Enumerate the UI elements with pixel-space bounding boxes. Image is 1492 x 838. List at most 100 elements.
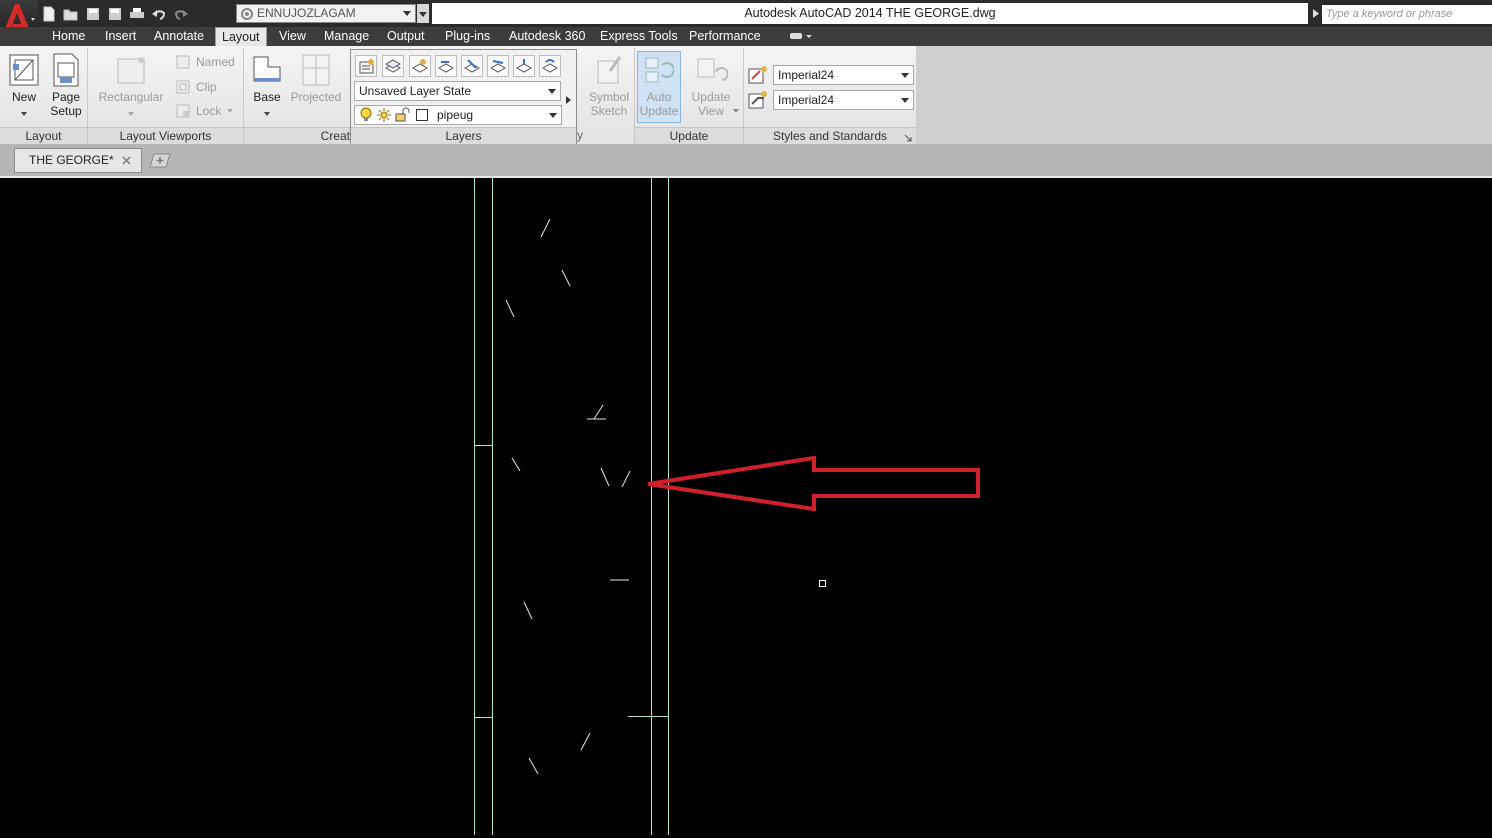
tab-manage[interactable]: Manage — [324, 27, 369, 46]
layer-off-icon[interactable] — [487, 55, 509, 77]
tab-express-tools[interactable]: Express Tools — [600, 27, 678, 46]
layer-walk-icon[interactable] — [513, 55, 535, 77]
tab-home[interactable]: Home — [52, 27, 85, 46]
update-view-icon[interactable] — [696, 56, 729, 89]
save-as-icon[interactable] — [106, 5, 124, 23]
page-setup-icon[interactable] — [51, 53, 81, 90]
auto-update-button[interactable]: Auto Update — [637, 51, 681, 123]
drawing-canvas[interactable] — [0, 178, 1492, 835]
panel-title-fragment: y — [577, 128, 583, 142]
update-view-label-2[interactable]: View — [686, 104, 736, 118]
redo-icon[interactable] — [172, 5, 190, 23]
close-icon[interactable] — [122, 156, 131, 165]
panel-title-layers: Layers — [351, 127, 576, 145]
save-icon[interactable] — [84, 5, 102, 23]
layer-isolate-icon[interactable] — [409, 55, 431, 77]
tab-insert[interactable]: Insert — [105, 27, 136, 46]
undo-icon[interactable] — [150, 5, 168, 23]
document-tab-bar — [0, 144, 1492, 178]
style-dropdown-2[interactable]: Imperial24 — [773, 90, 914, 110]
tab-view[interactable]: View — [279, 27, 306, 46]
layers-panel: Unsaved Layer State pipeug Layers — [350, 49, 577, 145]
clip-viewport-button[interactable]: Clip — [176, 79, 217, 95]
gear-icon — [241, 8, 253, 20]
update-view-label-1[interactable]: Update — [686, 90, 736, 104]
projected-button[interactable]: Projected — [288, 90, 344, 104]
layer-merge-icon[interactable] — [539, 55, 561, 77]
style-dropdown-1[interactable]: Imperial24 — [773, 65, 914, 85]
layer-properties-icon[interactable] — [355, 55, 377, 77]
qat-customize-button[interactable] — [417, 4, 429, 23]
auto-update-icon — [645, 57, 674, 83]
cursor-pickbox — [819, 580, 826, 587]
named-label: Named — [196, 55, 235, 69]
named-viewport-icon — [176, 55, 190, 69]
rectangular-button[interactable]: Rectangular — [96, 90, 166, 104]
chevron-down-icon — [901, 98, 909, 103]
chevron-down-icon — [403, 11, 411, 16]
dialog-launcher-icon[interactable] — [904, 131, 912, 145]
base-view-icon[interactable] — [253, 56, 281, 85]
wall-lines — [474, 178, 669, 835]
sun-icon[interactable] — [377, 108, 391, 122]
lock-label: Lock — [196, 104, 222, 118]
ribbon-toggle-icon[interactable] — [789, 30, 813, 45]
new-tab-button[interactable] — [148, 151, 172, 170]
document-tab-label: THE GEORGE* — [29, 153, 114, 167]
lock-icon — [176, 104, 190, 118]
style-value-1: Imperial24 — [778, 68, 835, 82]
page-setup-label-1[interactable]: Page — [46, 90, 86, 104]
open-file-icon[interactable] — [62, 5, 80, 23]
new-layout-icon[interactable] — [9, 54, 39, 89]
document-tab[interactable]: THE GEORGE* — [14, 148, 142, 173]
unlock-icon[interactable] — [395, 107, 411, 122]
lightbulb-icon[interactable] — [359, 107, 373, 123]
lock-viewport-button[interactable]: Lock — [176, 103, 234, 119]
tab-performance[interactable]: Performance — [689, 27, 761, 46]
chevron-down-icon — [264, 105, 270, 119]
ribbon-empty-area — [916, 46, 1492, 144]
panel-title-update: Update — [635, 127, 743, 145]
symbol-label-1[interactable]: Symbol — [584, 90, 634, 104]
chevron-down-icon — [549, 113, 557, 118]
clip-label: Clip — [196, 80, 217, 94]
new-tab-icon — [149, 153, 171, 168]
multileader-style-icon[interactable] — [748, 90, 768, 110]
panel-expand-icon[interactable] — [566, 93, 572, 107]
layer-color-swatch-icon[interactable] — [416, 109, 428, 121]
rectangular-viewport-icon[interactable] — [116, 55, 146, 88]
new-file-icon[interactable] — [40, 5, 58, 23]
layer-previous-icon[interactable] — [435, 55, 457, 77]
style-value-2: Imperial24 — [778, 93, 835, 107]
page-setup-label-2[interactable]: Setup — [46, 104, 86, 118]
workspace-select[interactable]: ENNUJOZLAGAM — [236, 4, 416, 23]
current-layer-value: pipeug — [437, 108, 474, 122]
base-button[interactable]: Base — [248, 90, 286, 104]
search-input[interactable]: Type a keyword or phrase — [1322, 5, 1492, 24]
auto-update-label-1: Auto — [646, 90, 672, 104]
chevron-down-icon — [227, 109, 234, 113]
layer-freeze-icon[interactable] — [461, 55, 483, 77]
dimension-style-icon[interactable] — [748, 65, 768, 85]
print-icon[interactable] — [128, 5, 146, 23]
tab-annotate[interactable]: Annotate — [154, 27, 204, 46]
chevron-down-icon — [733, 102, 739, 116]
window-title: Autodesk AutoCAD 2014 THE GEORGE.dwg — [432, 3, 1308, 24]
symbol-sketch-icon[interactable] — [594, 55, 624, 88]
search-expand-icon[interactable] — [1310, 3, 1322, 24]
chevron-down-icon — [901, 73, 909, 78]
named-viewport-button[interactable]: Named — [176, 54, 235, 70]
panel-title-layout-viewports: Layout Viewports — [88, 127, 243, 145]
layer-state-dropdown[interactable]: Unsaved Layer State — [354, 81, 561, 101]
layer-match-icon[interactable] — [382, 55, 404, 77]
ribbon-tab-bar: Home Insert Annotate Layout View Manage … — [0, 27, 1492, 46]
projected-view-icon[interactable] — [302, 54, 330, 89]
tab-layout[interactable]: Layout — [215, 27, 267, 46]
drawing-geometry — [474, 178, 980, 835]
layer-state-value: Unsaved Layer State — [359, 84, 472, 98]
tab-output[interactable]: Output — [387, 27, 425, 46]
tab-autodesk-360[interactable]: Autodesk 360 — [509, 27, 585, 46]
tab-plugins[interactable]: Plug-ins — [445, 27, 490, 46]
symbol-label-2[interactable]: Sketch — [584, 104, 634, 118]
new-layout-button[interactable]: New — [4, 90, 44, 104]
